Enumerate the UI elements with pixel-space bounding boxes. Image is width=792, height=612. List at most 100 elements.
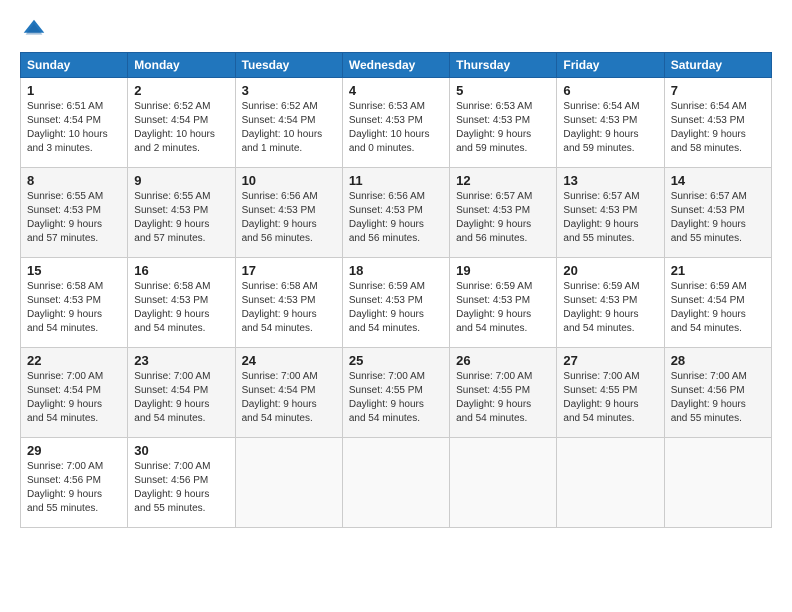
day-info: Sunrise: 6:59 AMSunset: 4:54 PMDaylight:…	[671, 281, 747, 334]
calendar-week-row: 22 Sunrise: 7:00 AMSunset: 4:54 PMDayligh…	[21, 348, 772, 438]
day-number: 29	[27, 443, 121, 458]
day-number: 8	[27, 173, 121, 188]
calendar-week-row: 15 Sunrise: 6:58 AMSunset: 4:53 PMDayligh…	[21, 258, 772, 348]
day-cell-2: 2 Sunrise: 6:52 AMSunset: 4:54 PMDaylight…	[128, 78, 235, 168]
day-cell-15: 15 Sunrise: 6:58 AMSunset: 4:53 PMDayligh…	[21, 258, 128, 348]
day-cell-18: 18 Sunrise: 6:59 AMSunset: 4:53 PMDayligh…	[342, 258, 449, 348]
day-info: Sunrise: 7:00 AMSunset: 4:55 PMDaylight:…	[349, 371, 425, 424]
day-cell-17: 17 Sunrise: 6:58 AMSunset: 4:53 PMDayligh…	[235, 258, 342, 348]
day-info: Sunrise: 6:53 AMSunset: 4:53 PMDaylight:…	[349, 101, 430, 154]
day-info: Sunrise: 7:00 AMSunset: 4:56 PMDaylight:…	[27, 461, 103, 514]
day-cell-11: 11 Sunrise: 6:56 AMSunset: 4:53 PMDayligh…	[342, 168, 449, 258]
day-info: Sunrise: 6:53 AMSunset: 4:53 PMDaylight:…	[456, 101, 532, 154]
day-number: 13	[563, 173, 657, 188]
day-number: 21	[671, 263, 765, 278]
calendar-table: SundayMondayTuesdayWednesdayThursdayFrid…	[20, 52, 772, 528]
day-info: Sunrise: 6:52 AMSunset: 4:54 PMDaylight:…	[134, 101, 215, 154]
day-info: Sunrise: 6:56 AMSunset: 4:53 PMDaylight:…	[242, 191, 318, 244]
weekday-header-friday: Friday	[557, 53, 664, 78]
day-info: Sunrise: 6:58 AMSunset: 4:53 PMDaylight:…	[134, 281, 210, 334]
day-info: Sunrise: 6:55 AMSunset: 4:53 PMDaylight:…	[27, 191, 103, 244]
day-number: 17	[242, 263, 336, 278]
weekday-header-row: SundayMondayTuesdayWednesdayThursdayFrid…	[21, 53, 772, 78]
calendar-week-row: 1 Sunrise: 6:51 AMSunset: 4:54 PMDaylight…	[21, 78, 772, 168]
day-number: 14	[671, 173, 765, 188]
day-number: 12	[456, 173, 550, 188]
day-number: 1	[27, 83, 121, 98]
empty-day-cell	[235, 438, 342, 528]
weekday-header-wednesday: Wednesday	[342, 53, 449, 78]
logo	[20, 16, 52, 44]
day-number: 28	[671, 353, 765, 368]
day-info: Sunrise: 7:00 AMSunset: 4:54 PMDaylight:…	[27, 371, 103, 424]
day-info: Sunrise: 6:52 AMSunset: 4:54 PMDaylight:…	[242, 101, 323, 154]
empty-day-cell	[557, 438, 664, 528]
weekday-header-thursday: Thursday	[450, 53, 557, 78]
day-info: Sunrise: 7:00 AMSunset: 4:56 PMDaylight:…	[671, 371, 747, 424]
day-number: 5	[456, 83, 550, 98]
day-cell-16: 16 Sunrise: 6:58 AMSunset: 4:53 PMDayligh…	[128, 258, 235, 348]
weekday-header-monday: Monday	[128, 53, 235, 78]
day-cell-5: 5 Sunrise: 6:53 AMSunset: 4:53 PMDaylight…	[450, 78, 557, 168]
empty-day-cell	[664, 438, 771, 528]
day-info: Sunrise: 7:00 AMSunset: 4:55 PMDaylight:…	[456, 371, 532, 424]
day-cell-4: 4 Sunrise: 6:53 AMSunset: 4:53 PMDaylight…	[342, 78, 449, 168]
day-info: Sunrise: 6:55 AMSunset: 4:53 PMDaylight:…	[134, 191, 210, 244]
day-cell-10: 10 Sunrise: 6:56 AMSunset: 4:53 PMDayligh…	[235, 168, 342, 258]
day-cell-1: 1 Sunrise: 6:51 AMSunset: 4:54 PMDaylight…	[21, 78, 128, 168]
day-info: Sunrise: 6:56 AMSunset: 4:53 PMDaylight:…	[349, 191, 425, 244]
day-number: 3	[242, 83, 336, 98]
page-header	[20, 16, 772, 44]
day-info: Sunrise: 6:59 AMSunset: 4:53 PMDaylight:…	[563, 281, 639, 334]
day-number: 7	[671, 83, 765, 98]
day-number: 30	[134, 443, 228, 458]
day-cell-13: 13 Sunrise: 6:57 AMSunset: 4:53 PMDayligh…	[557, 168, 664, 258]
day-number: 11	[349, 173, 443, 188]
weekday-header-sunday: Sunday	[21, 53, 128, 78]
day-cell-27: 27Sunrise: 7:00 AMSunset: 4:55 PMDayligh…	[557, 348, 664, 438]
day-info: Sunrise: 7:00 AMSunset: 4:54 PMDaylight:…	[134, 371, 210, 424]
day-info: Sunrise: 6:59 AMSunset: 4:53 PMDaylight:…	[349, 281, 425, 334]
calendar-week-row: 29 Sunrise: 7:00 AMSunset: 4:56 PMDayligh…	[21, 438, 772, 528]
day-info: Sunrise: 6:58 AMSunset: 4:53 PMDaylight:…	[242, 281, 318, 334]
day-info: Sunrise: 7:00 AMSunset: 4:56 PMDaylight:…	[134, 461, 210, 514]
day-info: Sunrise: 6:57 AMSunset: 4:53 PMDaylight:…	[456, 191, 532, 244]
day-number: 18	[349, 263, 443, 278]
day-cell-8: 8 Sunrise: 6:55 AMSunset: 4:53 PMDaylight…	[21, 168, 128, 258]
day-cell-12: 12 Sunrise: 6:57 AMSunset: 4:53 PMDayligh…	[450, 168, 557, 258]
day-cell-29: 29 Sunrise: 7:00 AMSunset: 4:56 PMDayligh…	[21, 438, 128, 528]
day-info: Sunrise: 6:57 AMSunset: 4:53 PMDaylight:…	[671, 191, 747, 244]
day-number: 16	[134, 263, 228, 278]
day-cell-19: 19Sunrise: 6:59 AMSunset: 4:53 PMDayligh…	[450, 258, 557, 348]
day-number: 19	[456, 263, 550, 278]
day-cell-6: 6 Sunrise: 6:54 AMSunset: 4:53 PMDaylight…	[557, 78, 664, 168]
day-number: 6	[563, 83, 657, 98]
day-cell-22: 22 Sunrise: 7:00 AMSunset: 4:54 PMDayligh…	[21, 348, 128, 438]
day-number: 26	[456, 353, 550, 368]
day-info: Sunrise: 7:00 AMSunset: 4:54 PMDaylight:…	[242, 371, 318, 424]
day-number: 4	[349, 83, 443, 98]
day-info: Sunrise: 7:00 AMSunset: 4:55 PMDaylight:…	[563, 371, 639, 424]
day-cell-26: 26 Sunrise: 7:00 AMSunset: 4:55 PMDayligh…	[450, 348, 557, 438]
day-cell-25: 25 Sunrise: 7:00 AMSunset: 4:55 PMDayligh…	[342, 348, 449, 438]
day-number: 20	[563, 263, 657, 278]
day-info: Sunrise: 6:58 AMSunset: 4:53 PMDaylight:…	[27, 281, 103, 334]
day-info: Sunrise: 6:54 AMSunset: 4:53 PMDaylight:…	[671, 101, 747, 154]
weekday-header-saturday: Saturday	[664, 53, 771, 78]
empty-day-cell	[450, 438, 557, 528]
day-cell-14: 14 Sunrise: 6:57 AMSunset: 4:53 PMDayligh…	[664, 168, 771, 258]
day-number: 25	[349, 353, 443, 368]
day-cell-9: 9 Sunrise: 6:55 AMSunset: 4:53 PMDaylight…	[128, 168, 235, 258]
day-info: Sunrise: 6:57 AMSunset: 4:53 PMDaylight:…	[563, 191, 639, 244]
day-info: Sunrise: 6:54 AMSunset: 4:53 PMDaylight:…	[563, 101, 639, 154]
day-number: 22	[27, 353, 121, 368]
calendar-body: 1 Sunrise: 6:51 AMSunset: 4:54 PMDaylight…	[21, 78, 772, 528]
day-info: Sunrise: 6:51 AMSunset: 4:54 PMDaylight:…	[27, 101, 108, 154]
day-number: 10	[242, 173, 336, 188]
day-number: 9	[134, 173, 228, 188]
day-cell-3: 3 Sunrise: 6:52 AMSunset: 4:54 PMDaylight…	[235, 78, 342, 168]
day-number: 15	[27, 263, 121, 278]
day-cell-28: 28 Sunrise: 7:00 AMSunset: 4:56 PMDayligh…	[664, 348, 771, 438]
day-number: 2	[134, 83, 228, 98]
day-cell-20: 20 Sunrise: 6:59 AMSunset: 4:53 PMDayligh…	[557, 258, 664, 348]
